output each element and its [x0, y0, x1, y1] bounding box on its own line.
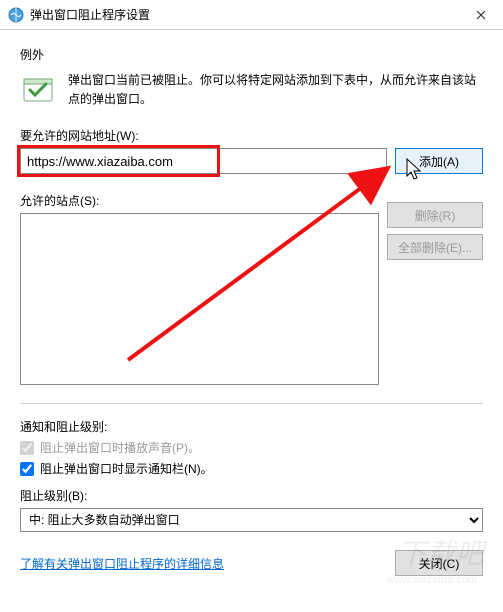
exception-text: 弹出窗口当前已被阻止。你可以将特定网站添加到下表中，从而允许来自该站点的弹出窗口… — [68, 71, 483, 109]
close-button[interactable]: 关闭(C) — [395, 550, 483, 576]
add-button[interactable]: 添加(A) — [395, 148, 483, 174]
sound-checkbox-label: 阻止弹出窗口时播放声音(P)。 — [40, 439, 200, 456]
allowed-sites-list[interactable] — [20, 213, 379, 385]
block-level-label: 阻止级别(B): — [20, 487, 483, 504]
remove-button: 删除(R) — [387, 202, 483, 228]
exception-heading: 例外 — [20, 46, 483, 63]
window-title: 弹出窗口阻止程序设置 — [30, 6, 458, 23]
allowed-sites-label: 允许的站点(S): — [20, 192, 379, 209]
url-field-label: 要允许的网站地址(W): — [20, 127, 483, 144]
notify-bar-checkbox[interactable] — [20, 462, 34, 476]
close-window-button[interactable] — [458, 0, 503, 29]
separator — [20, 403, 483, 404]
sound-checkbox — [20, 441, 34, 455]
block-level-select[interactable]: 中: 阻止大多数自动弹出窗口 — [20, 508, 483, 532]
url-input[interactable] — [20, 148, 387, 174]
app-icon — [8, 7, 24, 23]
titlebar: 弹出窗口阻止程序设置 — [0, 0, 503, 30]
notify-bar-checkbox-label: 阻止弹出窗口时显示通知栏(N)。 — [40, 460, 213, 477]
notify-heading: 通知和阻止级别: — [20, 418, 483, 435]
sound-checkbox-row: 阻止弹出窗口时播放声音(P)。 — [20, 439, 483, 456]
learn-more-link[interactable]: 了解有关弹出窗口阻止程序的详细信息 — [20, 555, 224, 572]
info-icon — [20, 73, 56, 109]
remove-all-button: 全部删除(E)... — [387, 234, 483, 260]
notify-bar-checkbox-row[interactable]: 阻止弹出窗口时显示通知栏(N)。 — [20, 460, 483, 477]
